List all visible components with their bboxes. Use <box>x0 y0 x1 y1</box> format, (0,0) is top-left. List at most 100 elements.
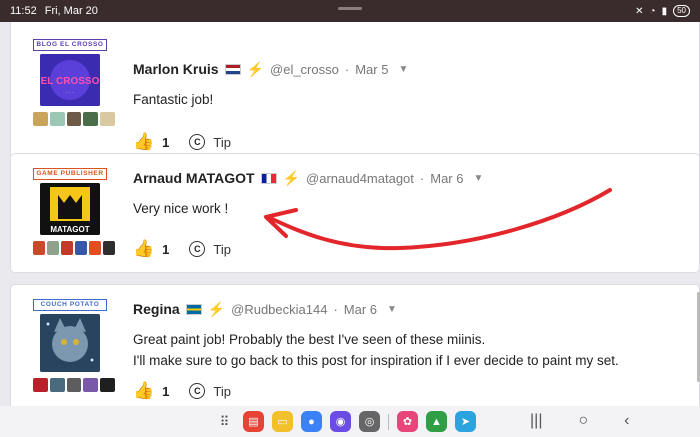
achievement-badges <box>33 378 115 392</box>
lightning-icon: ⚡ <box>207 300 226 317</box>
app-icon[interactable]: ▭ <box>272 411 293 432</box>
avatar[interactable]: MATAGOT <box>40 183 100 235</box>
thumbs-up-icon[interactable]: 👍 <box>133 132 154 152</box>
comment-date[interactable]: Mar 6 <box>344 302 377 317</box>
badge-icon <box>33 112 48 126</box>
tip-coin-icon[interactable]: C <box>189 134 206 150</box>
thumbs-up-icon[interactable]: 👍 <box>133 381 154 401</box>
signal-icon: ▮ <box>661 5 668 17</box>
author-badge: GAME PUBLISHER <box>33 168 107 180</box>
comment-date[interactable]: Mar 6 <box>430 171 463 186</box>
telegram-icon[interactable]: ➤ <box>455 411 476 432</box>
comment-actions: 👍 1 C Tip <box>133 132 689 152</box>
author-avatar-column: GAME PUBLISHER MATAGOT <box>33 168 115 255</box>
comment-card: BLOG EL CROSSO EL CROSSO · · · Marlon Kr… <box>10 22 700 164</box>
tip-button[interactable]: Tip <box>213 384 231 399</box>
chevron-down-icon[interactable]: ▼ <box>473 173 483 184</box>
badge-icon <box>33 241 45 255</box>
comment-header: Regina ⚡ @Rudbeckia144 · Mar 6 ▼ <box>133 299 689 319</box>
comment-header: Marlon Kruis ⚡ @el_crosso · Mar 5 ▼ <box>133 59 689 79</box>
author-badge: COUCH POTATO <box>33 299 107 311</box>
badge-icon <box>49 112 65 126</box>
svg-text:· · ·: · · · <box>66 90 74 96</box>
mute-icon: ✕ <box>635 5 644 17</box>
lightning-icon: ⚡ <box>282 169 301 186</box>
badge-icon <box>100 112 115 126</box>
tip-coin-icon[interactable]: C <box>189 241 206 257</box>
comment-date[interactable]: Mar 5 <box>355 62 388 77</box>
avatar-text: MATAGOT <box>50 225 89 234</box>
badge-icon <box>100 378 115 392</box>
author-badge: BLOG EL CROSSO <box>33 39 107 51</box>
france-flag-icon <box>260 172 277 184</box>
author-handle[interactable]: @Rudbeckia144 <box>231 302 327 317</box>
drive-icon[interactable]: ▲ <box>426 411 447 432</box>
badge-icon <box>49 378 65 392</box>
comment-line: Very nice work ! <box>133 201 229 216</box>
tip-button[interactable]: Tip <box>213 242 231 257</box>
badge-icon <box>103 241 115 255</box>
lightning-icon: ⚡ <box>246 60 265 77</box>
comment-feed[interactable]: BLOG EL CROSSO EL CROSSO · · · Marlon Kr… <box>0 22 700 406</box>
app-icon[interactable]: ✿ <box>397 411 418 432</box>
app-icon[interactable]: ▤ <box>243 411 264 432</box>
comment-card: COUCH POTATO Regina ⚡ @Rudbeckia144 · Ma… <box>10 284 700 406</box>
badge-icon <box>47 241 59 255</box>
author-name[interactable]: Regina <box>133 301 180 317</box>
avatar-text: EL CROSSO <box>41 76 100 87</box>
app-icon[interactable]: ◉ <box>330 411 351 432</box>
app-dock: ⠿ ▤ ▭ ● ◉ ◎ ✿ ▲ ➤ <box>214 411 476 432</box>
author-handle[interactable]: @el_crosso <box>270 62 339 77</box>
comment-text: Very nice work ! <box>133 198 689 219</box>
comment-text: Great paint job! Probably the best I've … <box>133 329 689 371</box>
achievement-badges <box>33 112 115 126</box>
chevron-down-icon[interactable]: ▼ <box>398 64 408 75</box>
comment-line: I'll make sure to go back to this post f… <box>133 353 619 368</box>
badge-icon <box>83 112 99 126</box>
author-name[interactable]: Arnaud MATAGOT <box>133 170 255 186</box>
separator-dot: · <box>419 170 425 186</box>
comment-header: Arnaud MATAGOT ⚡ @arnaud4matagot · Mar 6… <box>133 168 689 188</box>
comment-line: Fantastic job! <box>133 92 214 107</box>
author-avatar-column: BLOG EL CROSSO EL CROSSO · · · <box>33 39 115 126</box>
author-handle[interactable]: @arnaud4matagot <box>306 171 414 186</box>
battery-indicator: 50 <box>673 5 690 17</box>
badge-icon <box>83 378 99 392</box>
camera-icon[interactable]: ◎ <box>359 411 380 432</box>
notification-handle[interactable] <box>338 7 362 10</box>
dock-divider <box>388 413 389 430</box>
recent-apps-icon[interactable]: ||| <box>530 412 542 430</box>
avatar[interactable] <box>40 314 100 372</box>
home-icon[interactable]: ○ <box>578 412 588 430</box>
tip-coin-icon[interactable]: C <box>189 383 206 399</box>
app-drawer-icon[interactable]: ⠿ <box>214 414 235 430</box>
comment-content: Arnaud MATAGOT ⚡ @arnaud4matagot · Mar 6… <box>133 168 689 259</box>
badge-icon <box>61 241 73 255</box>
achievement-badges <box>33 241 115 255</box>
comment-line: Great paint job! Probably the best I've … <box>133 332 486 347</box>
comment-card: GAME PUBLISHER MATAGOT Arnaud MATAGOT ⚡ … <box>10 153 700 273</box>
comment-text: Fantastic job! <box>133 89 689 110</box>
like-count: 1 <box>162 241 170 257</box>
author-name[interactable]: Marlon Kruis <box>133 61 219 77</box>
separator-dot: · <box>333 301 338 317</box>
messages-icon[interactable]: ● <box>301 411 322 432</box>
tip-button[interactable]: Tip <box>213 135 231 150</box>
status-date: Fri, Mar 20 <box>44 5 98 17</box>
thumbs-up-icon[interactable]: 👍 <box>133 239 154 259</box>
back-icon[interactable]: ‹ <box>624 412 629 430</box>
wifi-icon: ◔ <box>649 5 656 17</box>
badge-icon <box>75 241 87 255</box>
sweden-flag-icon <box>185 303 202 315</box>
author-avatar-column: COUCH POTATO <box>33 299 115 392</box>
avatar[interactable]: EL CROSSO · · · <box>40 54 100 106</box>
status-time: 11:52 <box>10 5 37 17</box>
status-bar: 11:52 Fri, Mar 20 ✕ ◔ ▮ 50 <box>0 0 700 22</box>
badge-icon <box>33 378 48 392</box>
comment-content: Marlon Kruis ⚡ @el_crosso · Mar 5 ▼ Fant… <box>133 59 689 152</box>
comment-actions: 👍 1 C Tip <box>133 239 689 259</box>
like-count: 1 <box>162 134 170 150</box>
badge-icon <box>66 112 82 126</box>
separator-dot: · <box>344 61 350 77</box>
chevron-down-icon[interactable]: ▼ <box>387 304 397 315</box>
